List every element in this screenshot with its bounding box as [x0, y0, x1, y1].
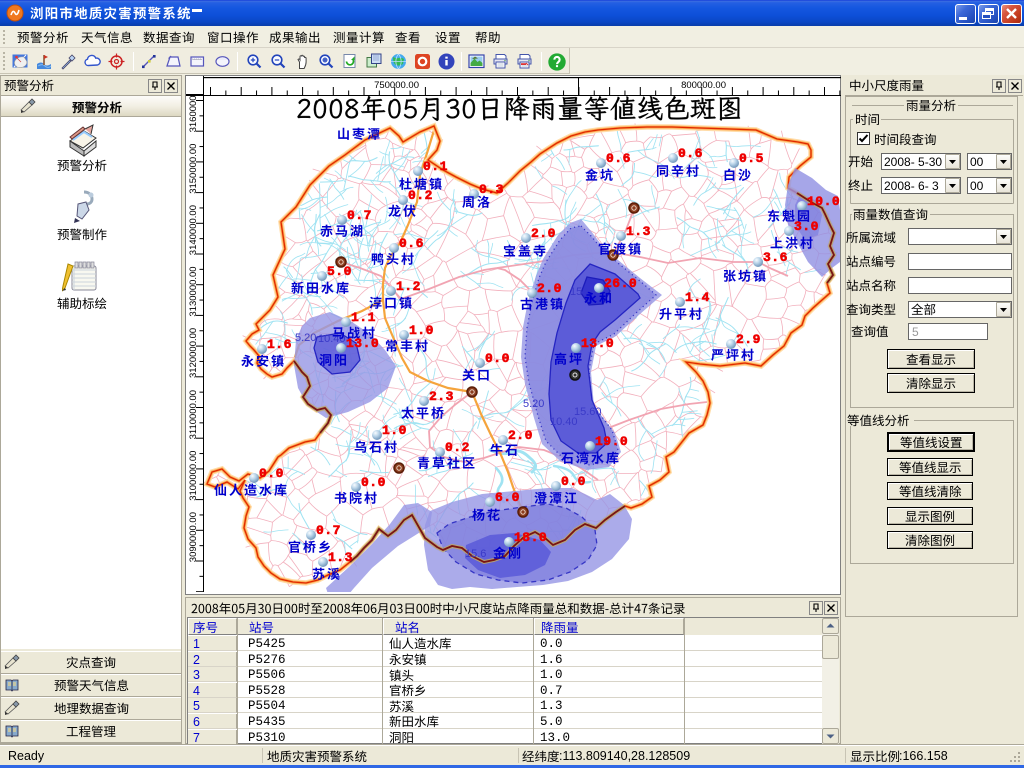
svg-text:15.60: 15.60: [574, 406, 602, 418]
svg-text:3140000.00: 3140000.00: [188, 205, 199, 255]
svg-text:3120000.00: 3120000.00: [188, 328, 199, 378]
svg-text:3130000.00: 3130000.00: [188, 266, 199, 316]
svg-text:3100000.00: 3100000.00: [188, 451, 199, 501]
svg-text:5.20: 5.20: [295, 332, 316, 344]
svg-text:3090000.00: 3090000.00: [188, 512, 199, 562]
svg-text:15.6: 15.6: [465, 548, 486, 560]
svg-text:5.20: 5.20: [523, 398, 544, 410]
svg-text:3160000.00: 3160000.00: [188, 96, 199, 132]
svg-text:3150000.00: 3150000.00: [188, 144, 199, 194]
svg-text:10.40: 10.40: [550, 416, 578, 428]
svg-text:15: 15: [570, 286, 582, 298]
svg-text:3110000.00: 3110000.00: [188, 390, 199, 440]
